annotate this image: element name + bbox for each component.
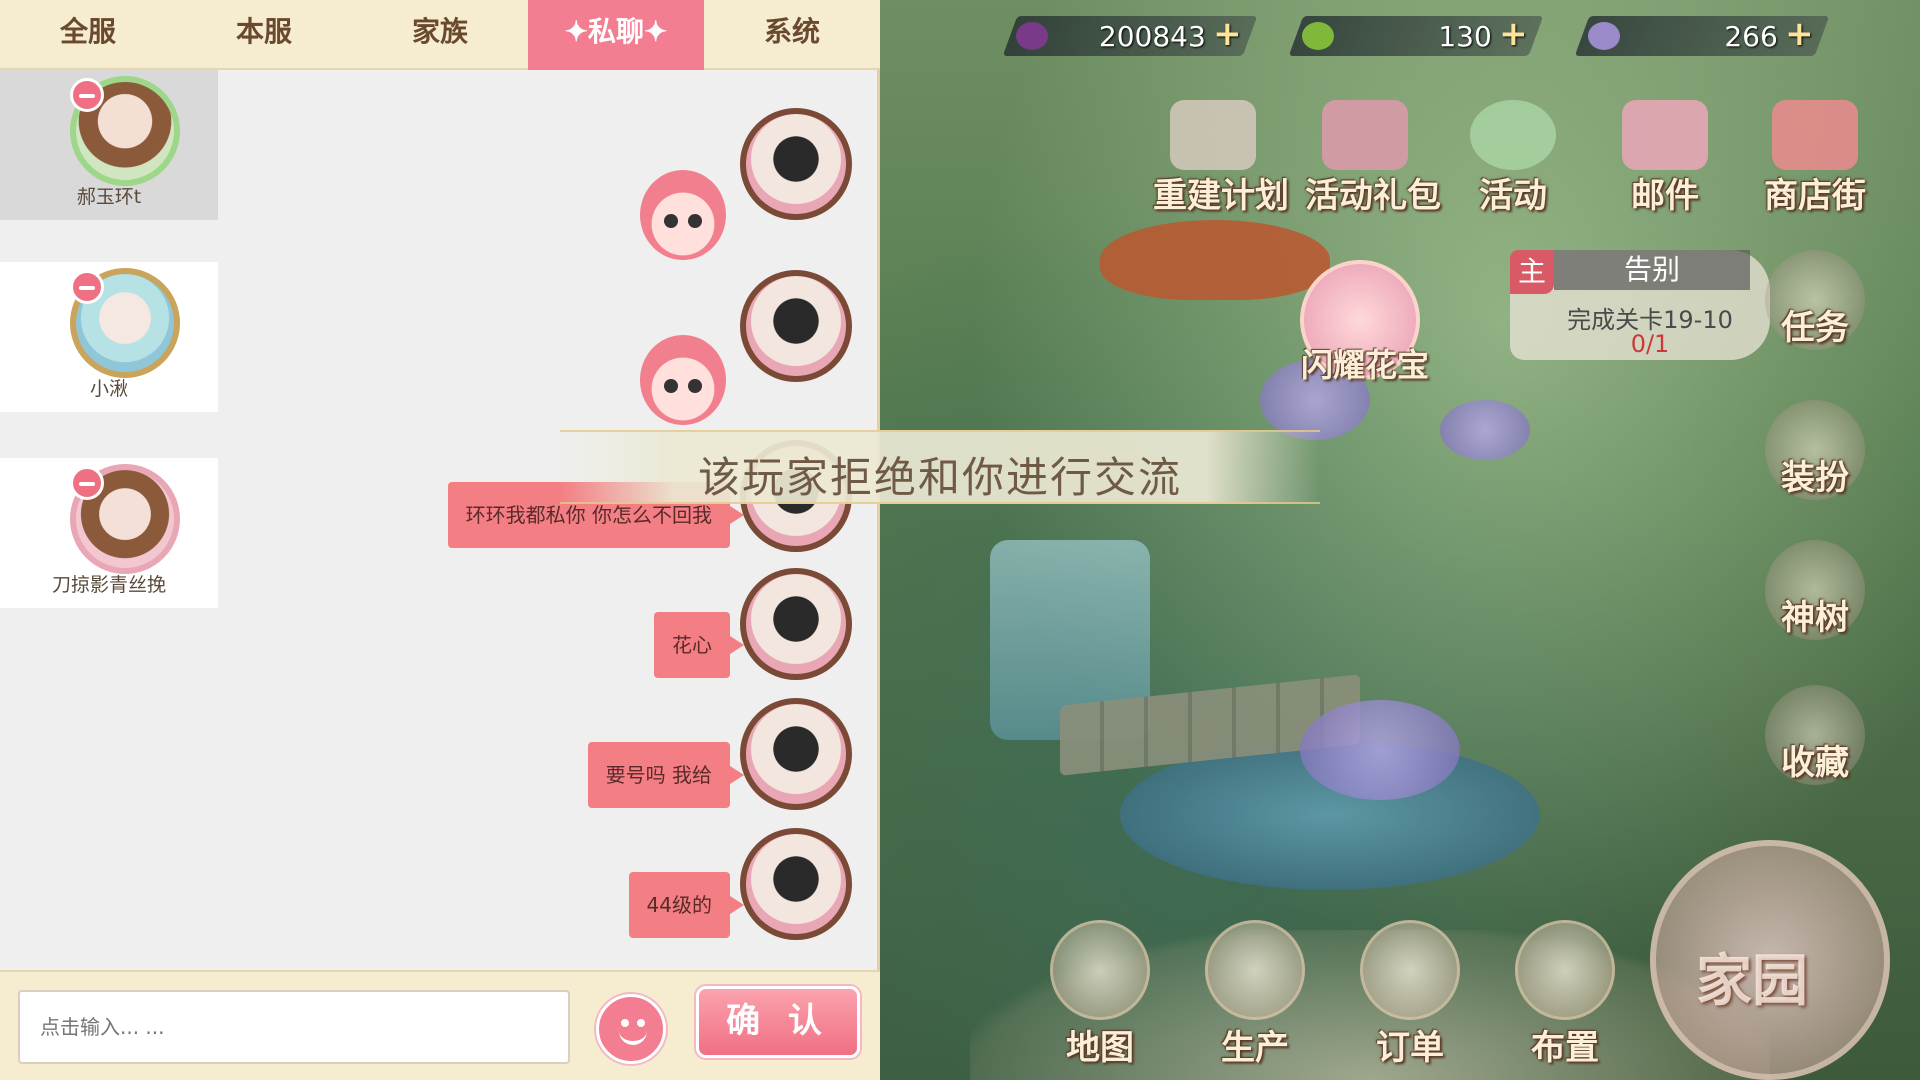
message-list: 环环我都私你 你怎么不回我 花心 要号吗 我给 44级的: [220, 70, 880, 970]
add-gem-button[interactable]: +: [1210, 14, 1244, 54]
remove-friend-icon[interactable]: [70, 466, 104, 500]
emoji-button[interactable]: [596, 994, 666, 1064]
books-icon: [1170, 100, 1256, 170]
chat-input[interactable]: [18, 990, 570, 1064]
orders-label: 订单: [1376, 1028, 1444, 1068]
tab-private-chat[interactable]: ✦私聊✦: [528, 0, 704, 70]
remove-friend-icon[interactable]: [70, 270, 104, 304]
add-leaf-button[interactable]: +: [1496, 14, 1530, 54]
hero-name: 闪耀花宝: [1300, 346, 1429, 384]
friend-name: 郝玉环t: [76, 186, 142, 208]
shop-icon: [1772, 100, 1858, 170]
gift-box-icon: [1322, 100, 1408, 170]
shop-street-label: 商店街: [1764, 176, 1866, 216]
tab-system[interactable]: 系统: [704, 0, 880, 70]
collection-button[interactable]: 收藏: [1755, 685, 1875, 805]
tab-family[interactable]: 家族: [352, 0, 528, 70]
map-label: 地图: [1066, 1028, 1134, 1068]
confirm-button[interactable]: 确 认: [696, 986, 860, 1058]
emoji-sticker: [640, 335, 726, 425]
currency-flower-coin-value: 266: [1724, 20, 1778, 53]
message-bubble: 花心: [654, 612, 744, 678]
chat-panel: 全服 本服 家族 ✦私聊✦ 系统 郝玉环t 小湫 刀掠影青丝挽 环环我都私你 你…: [0, 0, 880, 1080]
currency-flower-coin: 266 +: [1574, 14, 1830, 56]
quest-progress: 0/1: [1630, 330, 1670, 358]
remove-friend-icon[interactable]: [70, 78, 104, 112]
toast-text: 该玩家拒绝和你进行交流: [697, 453, 1182, 502]
sender-avatar: [740, 698, 852, 810]
arrange-label: 布置: [1531, 1028, 1599, 1068]
friend-name: 小湫: [89, 378, 128, 400]
currency-leaf-value: 130: [1438, 20, 1492, 53]
mail-label: 邮件: [1631, 176, 1699, 216]
toast-notice: 该玩家拒绝和你进行交流: [560, 430, 1320, 504]
sender-avatar: [740, 828, 852, 940]
friend-list: 郝玉环t 小湫 刀掠影青丝挽: [0, 70, 220, 970]
rebuild-plan-button[interactable]: 重建计划: [1153, 100, 1289, 220]
friend-name: 刀掠影青丝挽: [51, 574, 166, 596]
map-button[interactable]: 地图: [1030, 920, 1170, 1070]
friend-item[interactable]: 小湫: [0, 262, 218, 412]
produce-button[interactable]: 生产: [1185, 920, 1325, 1070]
sender-avatar: [740, 108, 852, 220]
flower-bush: [1440, 400, 1530, 460]
tasks-label: 任务: [1781, 308, 1849, 348]
chat-input-bar: 确 认: [0, 970, 880, 1080]
add-flower-coin-button[interactable]: +: [1782, 14, 1816, 54]
dress-up-button[interactable]: 装扮: [1755, 400, 1875, 520]
flower-basket-icon: [1205, 920, 1305, 1020]
rebuild-plan-label: 重建计划: [1153, 176, 1289, 216]
home-garden-label: 家园: [1696, 948, 1808, 1014]
tab-all-servers[interactable]: 全服: [0, 0, 176, 70]
sacred-tree-button[interactable]: 神树: [1755, 540, 1875, 660]
event-gift-button[interactable]: 活动礼包: [1305, 100, 1441, 220]
scroll-icon: [1360, 920, 1460, 1020]
currency-gem-value: 200843: [1098, 20, 1206, 53]
arrange-icon: [1515, 920, 1615, 1020]
arrange-button[interactable]: 布置: [1495, 920, 1635, 1070]
mail-icon: [1622, 100, 1708, 170]
dress-up-label: 装扮: [1781, 458, 1849, 498]
tab-this-server[interactable]: 本服: [176, 0, 352, 70]
quest-title: 告别: [1554, 250, 1750, 290]
smile-icon: [619, 1031, 647, 1045]
friend-item[interactable]: 郝玉环t: [0, 70, 218, 220]
gem-icon: [1016, 22, 1048, 50]
sender-avatar: [740, 270, 852, 382]
currency-gem: 200843 +: [1002, 14, 1258, 56]
chat-tabs: 全服 本服 家族 ✦私聊✦ 系统: [0, 0, 880, 70]
tasks-button[interactable]: 任务: [1755, 250, 1875, 370]
map-icon: [1050, 920, 1150, 1020]
emoji-sticker: [640, 170, 726, 260]
orders-button[interactable]: 订单: [1340, 920, 1480, 1070]
quest-tag: 主: [1510, 250, 1554, 294]
collection-label: 收藏: [1781, 743, 1849, 783]
message-bubble: 44级的: [628, 872, 745, 938]
event-label: 活动: [1479, 176, 1547, 216]
message-bubble: 要号吗 我给: [587, 742, 745, 808]
shop-street-button[interactable]: 商店街: [1755, 100, 1875, 220]
home-garden-button[interactable]: 家园: [1650, 840, 1890, 1080]
friend-item[interactable]: 刀掠影青丝挽: [0, 458, 218, 608]
leaf-icon: [1302, 22, 1334, 50]
mail-button[interactable]: 邮件: [1605, 100, 1725, 220]
event-button[interactable]: 活动: [1453, 100, 1573, 220]
sender-avatar: [740, 568, 852, 680]
currency-leaf: 130 +: [1288, 14, 1544, 56]
balloons-icon: [1470, 100, 1556, 170]
flower-bush: [1300, 700, 1460, 800]
event-gift-label: 活动礼包: [1305, 176, 1441, 216]
produce-label: 生产: [1221, 1028, 1289, 1068]
flower-coin-icon: [1588, 22, 1620, 50]
main-quest-panel[interactable]: 主 告别 完成关卡19-10 0/1: [1510, 250, 1770, 360]
sacred-tree-label: 神树: [1781, 598, 1849, 638]
mushroom-roof: [1100, 220, 1330, 300]
